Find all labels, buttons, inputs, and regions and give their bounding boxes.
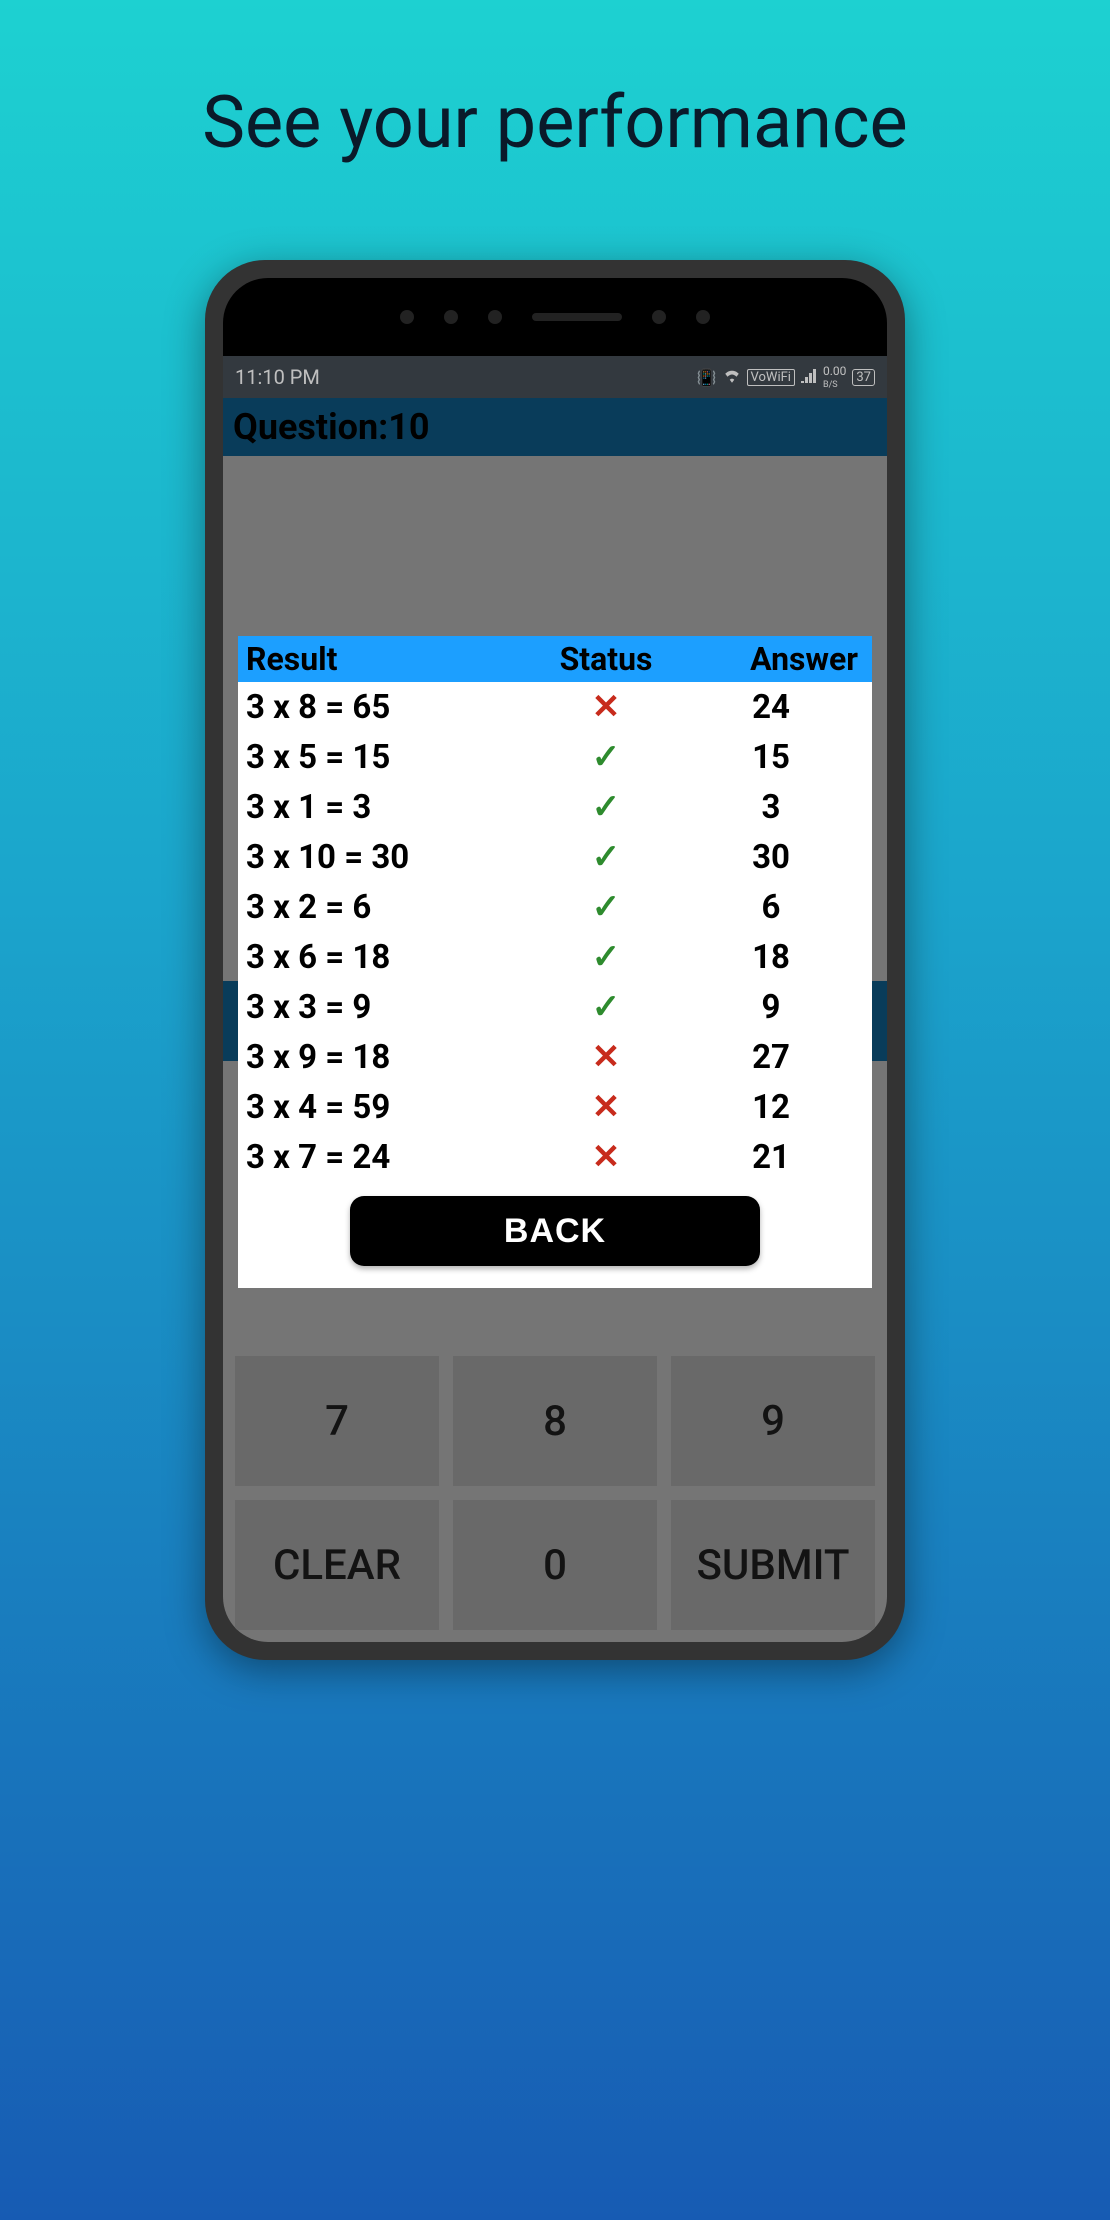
cross-icon: ✕	[536, 1137, 676, 1177]
header-result: Result	[246, 640, 536, 678]
result-row: 3 x 7 = 24✕21	[246, 1132, 864, 1182]
result-row: 3 x 3 = 9✓9	[246, 982, 864, 1032]
result-expression: 3 x 7 = 24	[246, 1138, 536, 1177]
check-icon: ✓	[536, 737, 676, 777]
correct-answer: 6	[676, 888, 866, 927]
phone-hardware-top	[223, 278, 887, 356]
correct-answer: 9	[676, 988, 866, 1027]
results-table-header: Result Status Answer	[238, 636, 872, 682]
correct-answer: 18	[676, 938, 866, 977]
correct-answer: 24	[676, 688, 866, 727]
result-expression: 3 x 8 = 65	[246, 688, 536, 727]
result-expression: 3 x 1 = 3	[246, 788, 536, 827]
result-expression: 3 x 9 = 18	[246, 1038, 536, 1077]
correct-answer: 3	[676, 788, 866, 827]
header-status: Status	[536, 640, 676, 678]
result-row: 3 x 2 = 6✓6	[246, 882, 864, 932]
result-expression: 3 x 2 = 6	[246, 888, 536, 927]
result-expression: 3 x 10 = 30	[246, 838, 536, 877]
phone-screen: 11:10 PM 📳 VoWiFi 0.00B/S 37	[223, 356, 887, 1642]
check-icon: ✓	[536, 837, 676, 877]
back-button[interactable]: BACK	[350, 1196, 760, 1266]
result-expression: 3 x 5 = 15	[246, 738, 536, 777]
results-table-body: 3 x 8 = 65✕243 x 5 = 15✓153 x 1 = 3✓33 x…	[238, 682, 872, 1182]
correct-answer: 30	[676, 838, 866, 877]
correct-answer: 15	[676, 738, 866, 777]
cross-icon: ✕	[536, 1037, 676, 1077]
result-row: 3 x 6 = 18✓18	[246, 932, 864, 982]
result-expression: 3 x 6 = 18	[246, 938, 536, 977]
check-icon: ✓	[536, 787, 676, 827]
correct-answer: 12	[676, 1088, 866, 1127]
result-row: 3 x 9 = 18✕27	[246, 1032, 864, 1082]
promo-title: See your performance	[0, 0, 1110, 165]
check-icon: ✓	[536, 887, 676, 927]
correct-answer: 21	[676, 1138, 866, 1177]
result-row: 3 x 4 = 59✕12	[246, 1082, 864, 1132]
result-row: 3 x 1 = 3✓3	[246, 782, 864, 832]
check-icon: ✓	[536, 987, 676, 1027]
result-row: 3 x 8 = 65✕24	[246, 682, 864, 732]
result-row: 3 x 5 = 15✓15	[246, 732, 864, 782]
result-expression: 3 x 3 = 9	[246, 988, 536, 1027]
result-expression: 3 x 4 = 59	[246, 1088, 536, 1127]
cross-icon: ✕	[536, 1087, 676, 1127]
cross-icon: ✕	[536, 687, 676, 727]
correct-answer: 27	[676, 1038, 866, 1077]
header-answer: Answer	[676, 640, 866, 678]
phone-bezel: 11:10 PM 📳 VoWiFi 0.00B/S 37	[223, 278, 887, 1642]
phone-mockup: 11:10 PM 📳 VoWiFi 0.00B/S 37	[205, 260, 905, 1660]
check-icon: ✓	[536, 937, 676, 977]
results-dialog: Result Status Answer 3 x 8 = 65✕243 x 5 …	[238, 636, 872, 1288]
result-row: 3 x 10 = 30✓30	[246, 832, 864, 882]
